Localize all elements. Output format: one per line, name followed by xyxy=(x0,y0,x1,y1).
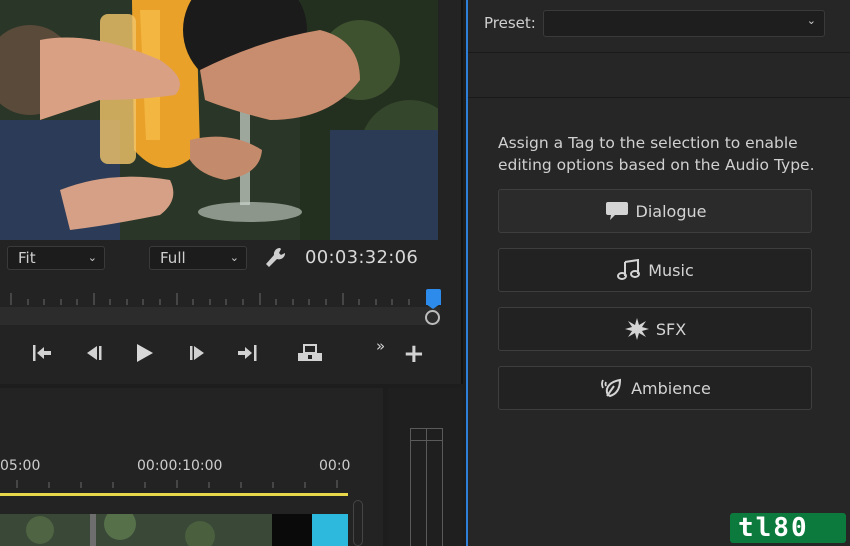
timeline-scrollbar[interactable] xyxy=(353,500,363,546)
export-frame-icon xyxy=(298,344,322,361)
preset-label: Preset: xyxy=(484,14,536,32)
playhead-tip xyxy=(426,304,440,309)
dialogue-button[interactable]: Dialogue xyxy=(498,189,812,233)
music-button-label: Music xyxy=(648,260,694,280)
mark-out-icon xyxy=(238,345,257,361)
video-clip-track[interactable] xyxy=(0,514,348,546)
go-to-in-button[interactable] xyxy=(28,340,56,366)
divider xyxy=(468,52,850,53)
preset-select[interactable]: ⌄ xyxy=(543,10,825,37)
monitor-zoom-bar[interactable] xyxy=(0,307,440,325)
step-back-icon xyxy=(87,346,102,360)
divider xyxy=(468,97,850,98)
assign-tag-instructions: Assign a Tag to the selection to enable … xyxy=(498,134,815,174)
zoom-handle[interactable] xyxy=(425,310,440,325)
ambience-button[interactable]: Ambience xyxy=(498,366,812,410)
burst-icon xyxy=(624,317,650,341)
video-frame[interactable] xyxy=(0,0,438,240)
video-image xyxy=(0,0,438,240)
sfx-button[interactable]: SFX xyxy=(498,307,812,351)
speech-bubble-icon xyxy=(604,199,630,223)
step-forward-button[interactable] xyxy=(184,340,212,366)
audio-meter-left xyxy=(410,428,427,546)
play-icon xyxy=(137,344,153,362)
wrench-icon[interactable] xyxy=(264,246,288,270)
selected-clip[interactable] xyxy=(312,514,348,546)
timeline-time-label: 00:0 xyxy=(319,458,351,474)
playback-quality-select[interactable]: Full ⌄ xyxy=(149,246,247,270)
chevron-down-icon: ⌄ xyxy=(229,251,239,264)
panel-divider[interactable] xyxy=(461,0,463,384)
playhead-marker[interactable] xyxy=(426,289,441,305)
export-frame-button[interactable] xyxy=(296,340,324,366)
sfx-button-label: SFX xyxy=(655,319,687,339)
ambience-button-label: Ambience xyxy=(631,378,711,398)
step-back-button[interactable] xyxy=(79,340,107,366)
more-icon[interactable]: » xyxy=(376,337,385,355)
audio-meter-right xyxy=(426,428,443,546)
mark-in-icon xyxy=(33,345,51,361)
playhead-timecode[interactable]: 00:03:32:06 xyxy=(305,247,418,268)
audio-meter-peak xyxy=(410,428,443,441)
clip-gap xyxy=(272,514,312,546)
music-note-icon xyxy=(616,258,642,282)
site-watermark-logo: tl80 xyxy=(730,513,846,543)
monitor-time-ruler[interactable] xyxy=(0,285,438,307)
chevron-down-icon: ⌄ xyxy=(806,14,816,27)
play-button[interactable] xyxy=(130,340,158,366)
dialogue-button-label: Dialogue xyxy=(635,201,707,221)
add-icon[interactable]: + xyxy=(403,341,425,367)
clip-thumbnail xyxy=(0,514,272,546)
program-monitor: Fit ⌄ Full ⌄ 00:03:32:06 » + xyxy=(0,0,462,384)
premiere-workspace: Fit ⌄ Full ⌄ 00:03:32:06 » + 05:00 00:00… xyxy=(0,0,850,546)
watermark-text: tl80 xyxy=(738,513,809,543)
fit-select-value: Fit xyxy=(18,249,36,267)
go-to-out-button[interactable] xyxy=(233,340,261,366)
leaf-sound-icon xyxy=(599,376,625,400)
step-forward-icon xyxy=(190,346,204,360)
fit-select[interactable]: Fit ⌄ xyxy=(7,246,105,270)
music-button[interactable]: Music xyxy=(498,248,812,292)
quality-select-value: Full xyxy=(160,249,186,267)
work-area-bar[interactable] xyxy=(0,493,348,496)
timeline-time-label: 05:00 xyxy=(0,458,41,474)
chevron-down-icon: ⌄ xyxy=(87,251,97,264)
timeline-time-label: 00:00:10:00 xyxy=(137,458,223,474)
